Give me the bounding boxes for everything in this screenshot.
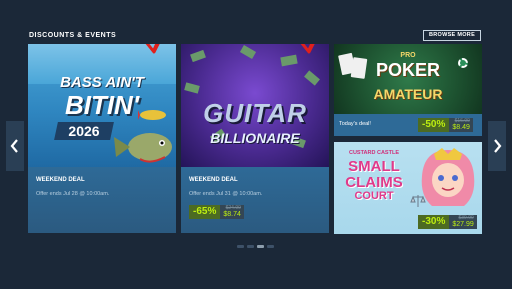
discount-badge: -50% [418,118,450,132]
scales-icon [410,195,426,207]
section-title: DISCOUNTS & EVENTS [29,32,117,39]
chevron-left-icon [10,139,18,153]
carousel-next-button[interactable] [488,121,506,171]
art-title: SMALL [348,158,400,175]
browse-more-button[interactable]: BROWSE MORE [423,30,481,41]
art-title: COURT [354,190,394,202]
deal-card-small-claims-court[interactable]: CUSTARD CASTLE SMALL CLAIMS COURT -30% $… [334,142,482,234]
fish-illustration [114,133,172,163]
annotation-arrow-icon [145,44,160,54]
art-title: GUITAR [203,98,307,128]
todays-deal-label: Today's deal! [339,121,371,127]
price-block: -50% $16.99 $8.49 [418,118,473,132]
pagination-dot[interactable] [267,245,274,248]
price-block: -65% $24.99 $8.74 [189,205,244,219]
pagination-dot[interactable] [247,245,254,248]
deal-card-pro-poker-amateur[interactable]: PRO POKER AMATEUR Today's deal! -50% $16… [334,44,482,136]
art-title: AMATEUR [373,86,443,102]
deal-type-label: WEEKEND DEAL [189,177,238,183]
game-capsule-art: BASS AIN'T BITIN' 2026 [28,44,176,167]
art-year: 2026 [68,123,100,139]
deal-card-guitar-billionaire[interactable]: GUITAR BILLIONAIRE WEEKEND DEAL Offer en… [181,44,329,233]
art-title: BASS AIN'T [60,74,144,91]
game-capsule-art: PRO POKER AMATEUR [334,44,482,114]
carousel-pagination [237,245,274,248]
final-price: $27.99 [452,220,474,228]
annotation-arrow-icon [300,44,315,54]
art-title: POKER [375,60,440,80]
price-block: -30% $39.99 $27.99 [418,215,477,229]
offer-ends-text: Offer ends Jul 31 @ 10:00am. [189,191,263,197]
game-capsule-art: GUITAR BILLIONAIRE [181,44,329,167]
final-price: $8.49 [452,123,470,131]
pagination-dot-active[interactable] [257,245,264,248]
deal-card-bass-aint-bitin[interactable]: BASS AIN'T BITIN' 2026 WEEKEND DEAL Offe… [28,44,176,233]
carousel-prev-button[interactable] [6,121,24,171]
final-price: $8.74 [223,210,241,218]
pagination-dot[interactable] [237,245,244,248]
art-title: PRO [400,52,416,59]
art-title: BILLIONAIRE [210,130,300,146]
art-title: CUSTARD CASTLE [348,150,399,156]
deal-type-label: WEEKEND DEAL [36,177,85,183]
art-title: CLAIMS [345,174,403,191]
lure-illustration [138,110,166,120]
discount-badge: -30% [418,215,450,229]
offer-ends-text: Offer ends Jul 28 @ 10:00am. [36,191,110,197]
chevron-right-icon [494,139,502,153]
discount-badge: -65% [189,205,221,219]
